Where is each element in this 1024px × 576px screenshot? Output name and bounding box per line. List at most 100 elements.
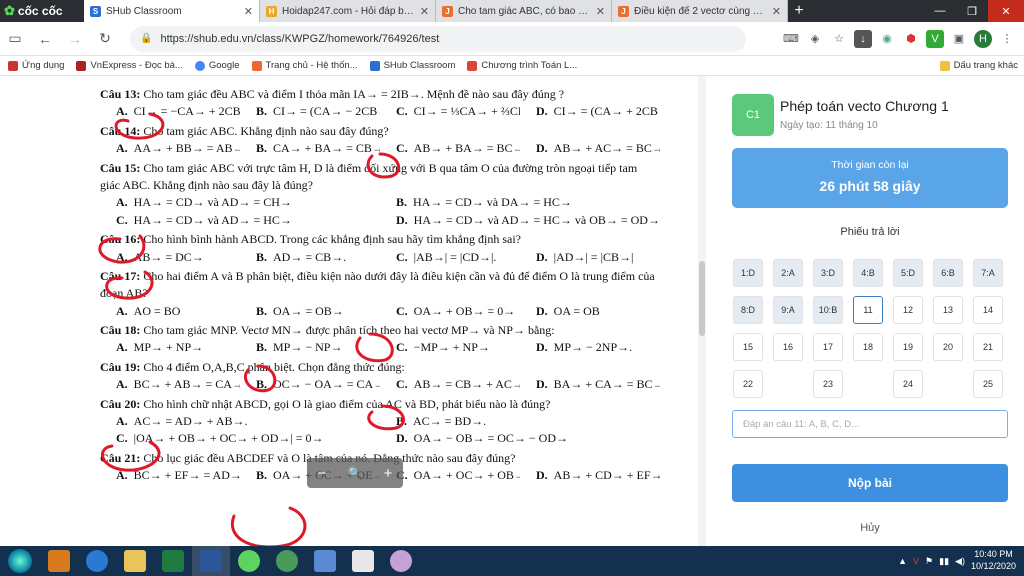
scroll-thumb[interactable] (699, 261, 705, 336)
answer-cell[interactable]: 15 (733, 333, 763, 361)
maximize-button[interactable]: ❐ (956, 0, 988, 22)
close-window-button[interactable]: ✕ (988, 0, 1024, 22)
tab-title: Cho tam giác ABC, có bao nhiêu đ (458, 5, 591, 17)
option-letter: C. (116, 212, 128, 227)
answer-cell[interactable]: 17 (813, 333, 843, 361)
answer-cell[interactable]: 21 (973, 333, 1003, 361)
answer-cell[interactable]: 20 (933, 333, 963, 361)
taskbar-word[interactable] (192, 546, 230, 576)
chrome-ext-icon[interactable]: ◉ (878, 30, 896, 48)
bookmark-google[interactable]: Google (194, 60, 240, 71)
apps-grid-icon (8, 60, 18, 71)
answer-cell[interactable]: 2:A (773, 259, 803, 287)
reload-button[interactable]: ↻ (90, 24, 120, 54)
taskbar-paint[interactable] (382, 546, 420, 576)
shield-icon[interactable]: ◈ (806, 30, 824, 48)
taskbar-media-player[interactable] (40, 546, 78, 576)
answer-cell[interactable]: 23 (813, 370, 843, 398)
taskbar-coccoc-profile[interactable] (268, 546, 306, 576)
bookmark-toan[interactable]: Chương trình Toán L... (467, 60, 577, 71)
answer-cell[interactable]: 6:B (933, 259, 963, 287)
new-tab-button[interactable]: + (788, 0, 810, 22)
minimize-button[interactable]: — (924, 0, 956, 22)
coccoc-profile-icon (276, 550, 298, 572)
option: A. AO = BO (100, 303, 240, 320)
cast-icon[interactable]: ▣ (950, 30, 968, 48)
network-icon[interactable]: ▮▮ (939, 556, 949, 567)
zoom-in-button[interactable]: + (384, 465, 393, 482)
submit-button[interactable]: Nộp bài (732, 464, 1008, 502)
taskbar-notepad[interactable] (306, 546, 344, 576)
answer-cell[interactable]: 18 (853, 333, 883, 361)
tab-close-icon[interactable]: ✕ (420, 5, 429, 18)
tab-close-icon[interactable]: ✕ (244, 5, 253, 18)
zoom-out-button[interactable]: − (318, 465, 327, 482)
option: B. OC→ − OA→ = CA→ (240, 376, 380, 393)
bookmark-shub[interactable]: SHub Classroom (369, 60, 455, 71)
menu-icon[interactable]: ⋮ (998, 30, 1016, 48)
answer-cell[interactable]: 16 (773, 333, 803, 361)
url-field[interactable]: 🔒 https://shub.edu.vn/class/KWPGZ/homewo… (130, 25, 746, 52)
taskbar-explorer[interactable] (116, 546, 154, 576)
browser-tab-bar: ✿ cốc cốc S SHub Classroom ✕ H Hoidap247.com … (0, 0, 1024, 22)
answer-cell[interactable]: 7:A (973, 259, 1003, 287)
answer-cell[interactable]: 24 (893, 370, 923, 398)
tab-1[interactable]: H Hoidap247.com - Hỏi đáp bài tập ✕ (260, 0, 436, 22)
sidebar-toggle-icon[interactable]: ▭ (0, 24, 30, 54)
taskbar-excel[interactable] (154, 546, 192, 576)
answer-cell[interactable]: 9:A (773, 296, 803, 324)
answer-cell[interactable]: 11 (853, 296, 883, 324)
answer-input[interactable]: Đáp án câu 11: A, B, C, D... (732, 410, 1008, 438)
answer-cell[interactable]: 10:B (813, 296, 843, 324)
answer-cell[interactable]: 5:D (893, 259, 923, 287)
taskbar-ie[interactable] (78, 546, 116, 576)
answer-cell[interactable]: 12 (893, 296, 923, 324)
answer-cell[interactable]: 3:D (813, 259, 843, 287)
answer-cell[interactable]: 4:B (853, 259, 883, 287)
taskbar-document[interactable] (344, 546, 382, 576)
clock[interactable]: 10:40 PM 10/12/2020 (971, 549, 1016, 572)
forward-button[interactable]: → (60, 24, 90, 54)
antivirus-icon[interactable]: V (913, 556, 919, 566)
answer-cell[interactable]: 14 (973, 296, 1003, 324)
tab-close-icon[interactable]: ✕ (772, 5, 781, 18)
back-button[interactable]: ← (30, 24, 60, 54)
option: C. CI→ = ⅓CA→ + ⅔CB→ (380, 103, 520, 120)
vext-icon[interactable]: V (926, 29, 944, 48)
answer-cell[interactable]: 25 (973, 370, 1003, 398)
taskbar-coccoc[interactable] (230, 546, 268, 576)
start-button[interactable] (0, 546, 40, 576)
bookmark-other[interactable]: Dấu trang khác (939, 60, 1018, 71)
bookmark-apps[interactable]: Ứng dụng (8, 60, 64, 71)
translate-icon[interactable]: ⌨ (782, 30, 800, 48)
tab-2[interactable]: J Cho tam giác ABC, có bao nhiêu đ ✕ (436, 0, 612, 22)
option: D. CI→ = (CA→ + 2CB→)/(−3) (520, 103, 660, 120)
homework-document-viewer[interactable]: Câu 13: Cho tam giác đều ABC và điểm I t… (0, 76, 710, 546)
flag-icon[interactable]: ⚑ (925, 556, 933, 567)
adblock-icon[interactable]: ⬢ (902, 30, 920, 48)
bookmark-vnexpress[interactable]: VnExpress - Đọc bá... (76, 60, 183, 71)
option: B. HA→ = CD→ và DA→ = HC→ (380, 194, 660, 211)
answer-cell[interactable]: 8:D (733, 296, 763, 324)
volume-icon[interactable]: ◀) (955, 556, 965, 567)
tray-arrow-icon[interactable]: ▲ (898, 556, 907, 566)
answer-cell[interactable]: 22 (733, 370, 763, 398)
options: A. AA→ + BB→ = AB→. B. CA→ + BA→ = CB→. C. AB… (100, 140, 660, 157)
browser-logo[interactable]: ✿ cốc cốc (0, 0, 84, 22)
profile-avatar-icon[interactable]: H (974, 29, 992, 48)
cancel-link[interactable]: Hủy (716, 522, 1024, 534)
option: D. HA→ = CD→ và AD→ = HC→ và OB→ = OD→. (380, 212, 660, 229)
answer-cell[interactable]: 1:D (733, 259, 763, 287)
tab-0[interactable]: S SHub Classroom ✕ (84, 0, 260, 22)
star-icon[interactable]: ☆ (830, 30, 848, 48)
bookmark-trangchu[interactable]: Trang chủ - Hệ thốn... (251, 60, 358, 71)
answer-cell[interactable]: 19 (893, 333, 923, 361)
system-tray: ▲ V ⚑ ▮▮ ◀) 10:40 PM 10/12/2020 (898, 549, 1024, 572)
tab-close-icon[interactable]: ✕ (596, 5, 605, 18)
doc-scrollbar[interactable] (698, 76, 706, 546)
zoom-icon[interactable]: 🔍 (348, 466, 363, 480)
shub-icon: S (90, 5, 101, 17)
download-icon[interactable]: ↓ (854, 29, 872, 48)
tab-3[interactable]: J Điều kiện để 2 vectơ cùng phương ✕ (612, 0, 788, 22)
answer-cell[interactable]: 13 (933, 296, 963, 324)
